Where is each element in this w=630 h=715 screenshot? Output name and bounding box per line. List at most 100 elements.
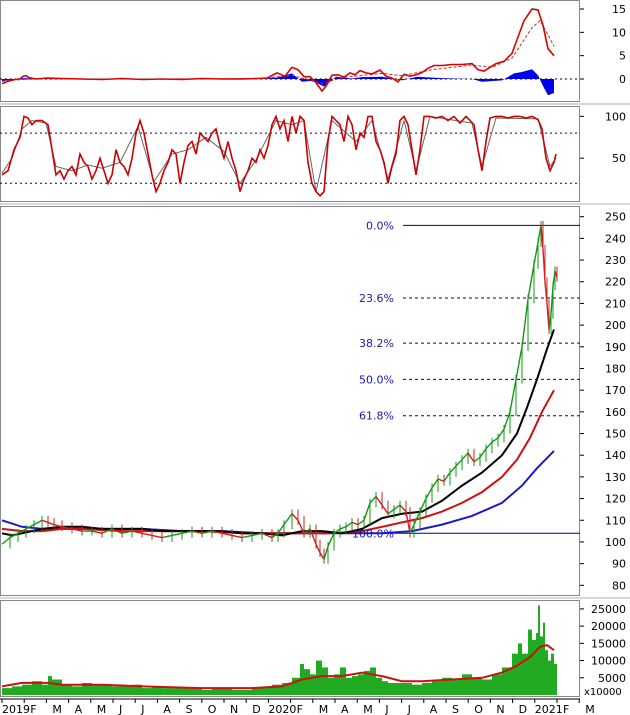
price-candle-segment — [327, 532, 335, 547]
price-candle-segment — [399, 504, 407, 513]
price-candle-segment — [431, 478, 439, 489]
volume-bar — [182, 688, 192, 695]
volume-bar — [388, 682, 394, 695]
volume-bar — [72, 686, 82, 695]
x-tick-label: M — [52, 703, 62, 715]
volume-bar — [482, 679, 492, 695]
price-candle-segment — [231, 534, 243, 539]
price-candle-segment — [291, 513, 299, 521]
price-candle-segment — [315, 543, 321, 554]
grid-lines — [0, 8, 584, 703]
price-candle-segment — [479, 448, 487, 458]
y-tick-label: 15000 — [591, 637, 626, 650]
stock-chart: 1510501005025024023022021020019018017016… — [0, 0, 630, 715]
y-tick-label: 170 — [605, 384, 626, 397]
x-tick-label: A — [430, 703, 438, 715]
x-tick-label: S — [452, 703, 459, 715]
fib-label: 100.0% — [352, 527, 394, 540]
y-tick-label: 190 — [605, 341, 626, 354]
price-candle-segment — [425, 487, 433, 499]
price-candle-segment — [47, 521, 55, 526]
x-tick-label: J — [140, 703, 144, 715]
y-tick-label: 150 — [605, 428, 626, 441]
volume-bar — [334, 674, 340, 695]
price-candle-segment — [319, 552, 325, 560]
y-tick-label: 210 — [605, 297, 626, 310]
volume-bar — [394, 682, 402, 695]
volume-bar — [352, 676, 358, 695]
price-candle-segment — [449, 465, 457, 474]
fib-label: 50.0% — [359, 373, 394, 386]
volume-bar — [122, 686, 132, 695]
price-candle-segment — [41, 519, 49, 524]
volume-bar — [322, 667, 328, 695]
volume-bar — [62, 684, 72, 695]
volume-bar — [492, 674, 502, 695]
volume-bar — [528, 629, 532, 695]
price-candle-segment — [437, 478, 445, 482]
volume-bar — [172, 688, 182, 695]
y-tick-label: 50 — [612, 152, 626, 165]
volume-bar — [192, 688, 202, 695]
price-candle-segment — [151, 534, 163, 539]
y-tick-label: 25000 — [591, 603, 626, 616]
volume-bar — [412, 684, 422, 695]
price-candle-segment — [241, 534, 253, 539]
price-candle-segment — [91, 530, 103, 534]
y-tick-label: 20000 — [591, 620, 626, 633]
volume-bar — [518, 643, 522, 695]
volume-bar — [232, 689, 242, 695]
price-candle-segment — [339, 526, 347, 530]
price-candle-segment — [345, 521, 353, 528]
volume-bar — [402, 682, 412, 695]
price-candle-segment — [461, 452, 469, 461]
x-tick-label: F — [563, 703, 569, 715]
y-tick-label: 80 — [612, 579, 626, 592]
volume-bar — [42, 684, 48, 695]
chart-labels: 1510501005025024023022021020019018017016… — [2, 3, 626, 715]
x-tick-label: M — [585, 703, 595, 715]
x-tick-label: O — [474, 703, 483, 715]
volume-bar — [551, 653, 554, 695]
volume-bar — [340, 667, 346, 695]
fib-label: 23.6% — [359, 292, 394, 305]
volume-bar — [512, 653, 518, 695]
panel-frames — [0, 0, 630, 697]
y-tick-label: 10000 — [591, 655, 626, 668]
volume-bar — [472, 677, 482, 695]
panel-frame-stochastic — [0, 106, 580, 202]
x-tick-label: S — [186, 703, 193, 715]
y-tick-label: 100 — [605, 110, 626, 123]
volume-bar — [102, 684, 112, 695]
x-tick-label: N — [496, 703, 504, 715]
volume-bar — [328, 677, 334, 695]
x-tick-label: A — [75, 703, 83, 715]
volume-bar — [304, 669, 310, 695]
price-candle-segment — [351, 521, 359, 526]
y-tick-label: 90 — [612, 558, 626, 571]
volume-unit-label: x10000 — [584, 687, 622, 698]
volume-bar — [452, 679, 462, 695]
price-candle-segment — [527, 264, 535, 300]
chart-marks — [1, 8, 558, 695]
price-candle-segment — [533, 242, 539, 265]
fib-label: 0.0% — [366, 219, 394, 232]
price-candle-segment — [485, 441, 493, 450]
price-candle-segment — [497, 428, 505, 439]
price-candle-segment — [491, 437, 499, 443]
volume-bar — [548, 660, 551, 695]
y-tick-label: 230 — [605, 254, 626, 267]
volume-bar — [202, 689, 212, 695]
volume-bar — [536, 633, 538, 695]
price-candle-segment — [141, 532, 153, 537]
y-tick-label: 130 — [605, 471, 626, 484]
volume-bar — [462, 674, 472, 695]
x-tick-label: A — [163, 703, 171, 715]
price-candle-segment — [509, 379, 517, 412]
x-tick-label: D — [252, 703, 260, 715]
x-tick-label: 2020 — [268, 703, 296, 715]
price-candle-segment — [455, 459, 463, 467]
price-candle-segment — [33, 519, 43, 526]
y-tick-label: 220 — [605, 276, 626, 289]
price-candle-segment — [515, 346, 523, 380]
